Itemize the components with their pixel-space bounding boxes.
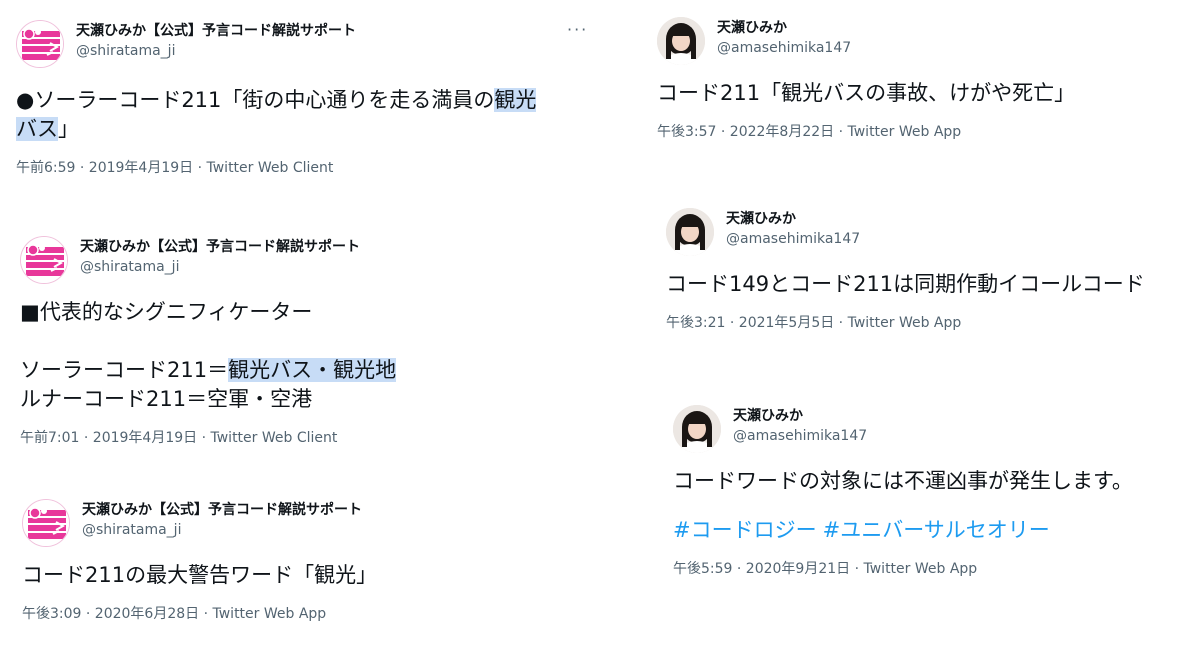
- avatar[interactable]: [657, 17, 705, 65]
- tweet-header: 天瀬ひみか【公式】予言コード解説サポート @shiratama_ji ···: [16, 20, 586, 72]
- author-name[interactable]: 天瀬ひみか【公式】予言コード解説サポート: [76, 22, 356, 41]
- author-handle[interactable]: @amasehimika147: [733, 427, 867, 446]
- author-name[interactable]: 天瀬ひみか: [726, 210, 860, 229]
- tweet-text-part: ●ソーラーコード211「街の中心通りを走る満員の: [16, 88, 495, 112]
- tweet-header: 天瀬ひみか【公式】予言コード解説サポート @shiratama_ji: [20, 236, 580, 288]
- author-block: 天瀬ひみか【公式】予言コード解説サポート @shiratama_ji: [76, 22, 356, 61]
- tweet-timestamp[interactable]: 午後3:57 · 2022年8月22日 · Twitter Web App: [657, 121, 1177, 141]
- tweet-text: ■代表的なシグニフィケーター ソーラーコード211＝観光バス・観光地 ルナーコード2…: [20, 298, 580, 414]
- author-block: 天瀬ひみか @amasehimika147: [733, 407, 867, 446]
- tweet-timestamp[interactable]: 午前7:01 · 2019年4月19日 · Twitter Web Client: [20, 427, 580, 447]
- tweet-line: ■代表的なシグニフィケーター: [20, 300, 313, 324]
- highlighted-text: 観光: [494, 88, 537, 112]
- highlighted-text: バス: [16, 117, 58, 141]
- author-handle[interactable]: @amasehimika147: [717, 39, 851, 58]
- tweet-timestamp[interactable]: 午前6:59 · 2019年4月19日 · Twitter Web Client: [16, 157, 586, 177]
- tweet-1[interactable]: 天瀬ひみか【公式】予言コード解説サポート @shiratama_ji ··· ●…: [16, 20, 586, 177]
- author-name[interactable]: 天瀬ひみか【公式】予言コード解説サポート: [82, 501, 362, 520]
- tweet-text: コードワードの対象には不運凶事が発生します。: [673, 469, 1133, 493]
- logo-icon: [21, 237, 67, 283]
- avatar[interactable]: [673, 405, 721, 453]
- author-block: 天瀬ひみか @amasehimika147: [717, 19, 851, 58]
- hashtag-list: #コードロジー #ユニバーサルセオリー: [673, 516, 1188, 545]
- tweet-text-part: 」: [58, 117, 79, 141]
- profile-photo-icon: [673, 405, 721, 453]
- tweet-line: ルナーコード211＝空軍・空港: [20, 387, 313, 411]
- avatar[interactable]: [666, 208, 714, 256]
- profile-photo-icon: [666, 208, 714, 256]
- more-options-icon[interactable]: ···: [567, 20, 588, 39]
- author-handle[interactable]: @shiratama_ji: [80, 258, 360, 277]
- logo-icon: [23, 500, 69, 546]
- highlighted-text: 観光バス・観光地: [228, 358, 397, 382]
- tweet-3[interactable]: 天瀬ひみか【公式】予言コード解説サポート @shiratama_ji コード21…: [22, 499, 582, 623]
- author-block: 天瀬ひみか【公式】予言コード解説サポート @shiratama_ji: [80, 238, 360, 277]
- tweet-text: ●ソーラーコード211「街の中心通りを走る満員の観光 バス」: [16, 86, 586, 144]
- logo-icon: [17, 21, 63, 67]
- tweet-2[interactable]: 天瀬ひみか【公式】予言コード解説サポート @shiratama_ji ■代表的な…: [20, 236, 580, 447]
- profile-photo-icon: [657, 17, 705, 65]
- tweet-6[interactable]: 天瀬ひみか @amasehimika147 コードワードの対象には不運凶事が発生…: [673, 405, 1188, 578]
- avatar[interactable]: [16, 20, 64, 68]
- author-handle[interactable]: @amasehimika147: [726, 230, 860, 249]
- tweet-timestamp[interactable]: 午後5:59 · 2020年9月21日 · Twitter Web App: [673, 558, 1188, 578]
- tweet-text: コード211の最大警告ワード「観光」: [22, 563, 378, 587]
- tweet-5[interactable]: 天瀬ひみか @amasehimika147 コード149とコード211は同期作動…: [666, 208, 1186, 332]
- author-block: 天瀬ひみか【公式】予言コード解説サポート @shiratama_ji: [82, 501, 362, 540]
- author-block: 天瀬ひみか @amasehimika147: [726, 210, 860, 249]
- avatar[interactable]: [22, 499, 70, 547]
- tweet-header: 天瀬ひみか @amasehimika147: [666, 208, 1186, 260]
- tweet-header: 天瀬ひみか【公式】予言コード解説サポート @shiratama_ji: [22, 499, 582, 551]
- tweet-header: 天瀬ひみか @amasehimika147: [673, 405, 1188, 457]
- author-name[interactable]: 天瀬ひみか: [717, 19, 851, 38]
- tweet-line: ソーラーコード211＝観光バス・観光地: [20, 356, 580, 385]
- hashtag-link[interactable]: #ユニバーサルセオリー: [823, 518, 1050, 542]
- tweet-text: コード149とコード211は同期作動イコールコード: [666, 272, 1145, 296]
- tweet-4[interactable]: 天瀬ひみか @amasehimika147 コード211「観光バスの事故、けがや…: [657, 17, 1177, 141]
- tweet-text-part: ソーラーコード211＝: [20, 358, 229, 382]
- author-handle[interactable]: @shiratama_ji: [76, 42, 356, 61]
- tweet-text: コード211「観光バスの事故、けがや死亡」: [657, 81, 1076, 105]
- author-name[interactable]: 天瀬ひみか: [733, 407, 867, 426]
- tweet-timestamp[interactable]: 午後3:21 · 2021年5月5日 · Twitter Web App: [666, 312, 1186, 332]
- tweet-header: 天瀬ひみか @amasehimika147: [657, 17, 1177, 69]
- avatar[interactable]: [20, 236, 68, 284]
- tweet-timestamp[interactable]: 午後3:09 · 2020年6月28日 · Twitter Web App: [22, 603, 582, 623]
- author-handle[interactable]: @shiratama_ji: [82, 521, 362, 540]
- hashtag-link[interactable]: #コードロジー: [673, 518, 817, 542]
- author-name[interactable]: 天瀬ひみか【公式】予言コード解説サポート: [80, 238, 360, 257]
